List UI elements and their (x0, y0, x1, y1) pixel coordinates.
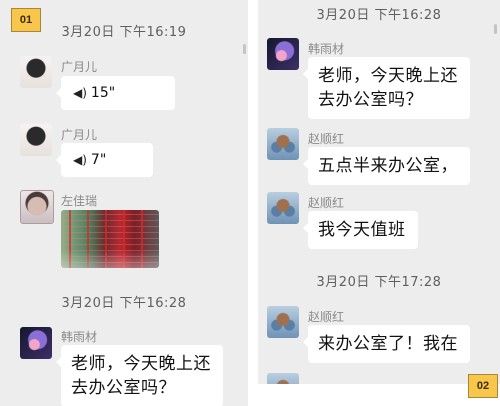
sender-name: 韩雨材 (308, 42, 345, 56)
message-line: 老师，今天晚上还 (318, 66, 458, 86)
voice-wave-icon: ◀) (73, 86, 87, 100)
text-message[interactable]: 我今天值班 (303, 211, 418, 249)
sender-name: 赵顺红 (308, 132, 345, 146)
avatar[interactable] (267, 38, 299, 70)
chat-panel-1: 3月20日 下午16:19 广月儿 ◀) 15" 广月儿 ◀) 7" 左佳瑞 3月2… (0, 0, 248, 406)
avatar[interactable] (267, 128, 299, 160)
panel-badge: 01 (11, 8, 41, 32)
avatar[interactable] (267, 306, 299, 338)
message-line: 五点半来办公室， (318, 156, 458, 176)
sender-name: 韩雨材 (61, 330, 98, 344)
avatar[interactable] (20, 124, 52, 156)
sender-name: 赵顺红 (308, 196, 345, 210)
scrollbar[interactable] (243, 44, 246, 54)
message-line: 我今天值班 (318, 220, 406, 240)
message-line: 去办公室吗？ (318, 90, 423, 110)
text-message[interactable]: 老师，今天晚上还 去办公室吗？ (303, 57, 470, 119)
message-line: 来办公室了！我在 (318, 334, 458, 354)
timestamp: 3月20日 下午17:28 (316, 275, 442, 290)
timestamp: 3月20日 下午16:28 (61, 296, 187, 311)
chat-panel-2: 3月20日 下午16:28 韩雨材 老师，今天晚上还 去办公室吗？ 赵顺红 五点… (258, 0, 500, 384)
avatar[interactable] (267, 192, 299, 224)
avatar[interactable] (267, 373, 299, 384)
avatar[interactable] (20, 190, 54, 224)
message-line: 老师，今天晚上还 (71, 354, 211, 374)
image-message[interactable] (61, 210, 159, 268)
message-line: 去办公室吗？ (71, 378, 176, 398)
sender-name: 广月儿 (61, 60, 98, 74)
voice-message[interactable]: ◀) 15" (56, 76, 175, 110)
sender-name: 左佳瑞 (61, 194, 98, 208)
scrollbar[interactable] (494, 24, 497, 34)
avatar[interactable] (20, 327, 52, 359)
sender-name: 赵顺红 (308, 310, 345, 324)
timestamp: 3月20日 下午16:28 (316, 8, 442, 23)
voice-message[interactable]: ◀) 7" (56, 143, 153, 177)
sender-name: 广月儿 (61, 128, 98, 142)
panel-badge: 02 (468, 374, 498, 398)
voice-duration: 7" (90, 152, 107, 168)
voice-duration: 15" (90, 85, 116, 101)
avatar[interactable] (20, 56, 52, 88)
text-message[interactable]: 老师，今天晚上还 去办公室吗？ (56, 345, 223, 406)
text-message[interactable]: 五点半来办公室， (303, 147, 470, 185)
voice-wave-icon: ◀) (73, 153, 87, 167)
text-message[interactable]: 来办公室了！我在 (303, 325, 470, 363)
